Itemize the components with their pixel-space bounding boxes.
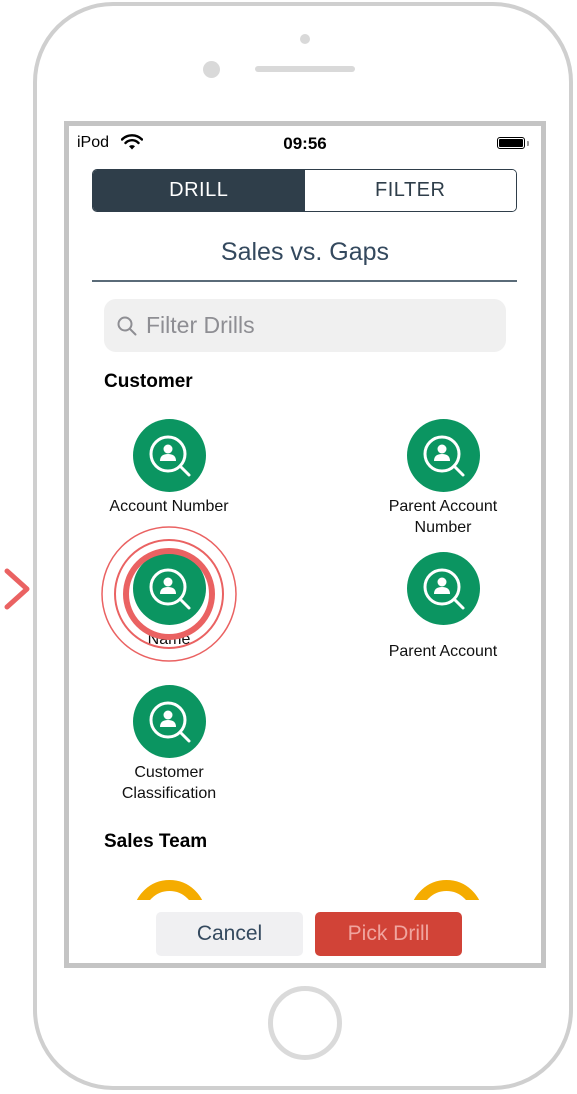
device-sensor xyxy=(203,61,220,78)
status-time: 09:56 xyxy=(283,134,327,153)
status-bar: iPod 09:56 xyxy=(69,126,541,158)
tab-drill[interactable]: DRILL xyxy=(93,170,305,211)
segmented-control: DRILL FILTER xyxy=(92,169,517,212)
title-divider xyxy=(92,280,517,282)
drill-item-account-number[interactable]: Account Number xyxy=(94,419,244,517)
section-header-sales-team: Sales Team xyxy=(104,831,208,852)
filter-drills-input[interactable] xyxy=(144,311,488,340)
section-header-customer: Customer xyxy=(104,371,193,392)
drill-item-parent-account-number[interactable]: Parent Account Number xyxy=(368,419,518,538)
home-button[interactable] xyxy=(268,986,342,1060)
battery-icon xyxy=(497,137,525,149)
drill-label: Customer Classification xyxy=(121,764,217,802)
battery-tip xyxy=(527,141,529,146)
sales-team-items-clipped xyxy=(69,866,541,900)
page-title: Sales vs. Gaps xyxy=(220,238,390,266)
user-search-icon xyxy=(132,552,206,625)
drill-item-customer-classification[interactable]: Customer Classification xyxy=(94,685,244,804)
user-search-icon xyxy=(132,685,206,758)
drill-label: Parent Account xyxy=(388,643,498,660)
tab-filter[interactable]: FILTER xyxy=(304,170,516,211)
device-camera xyxy=(300,34,310,44)
drill-item-name[interactable]: Name xyxy=(94,552,244,650)
drill-label: Parent Account Number xyxy=(388,498,498,536)
search-icon xyxy=(117,316,137,335)
pick-drill-button[interactable]: Pick Drill xyxy=(315,912,462,956)
drill-label: Name xyxy=(147,631,191,648)
sales-team-drill-icon[interactable] xyxy=(410,880,483,900)
user-search-icon xyxy=(132,419,206,492)
sales-team-drill-icon[interactable] xyxy=(133,880,206,900)
cancel-button[interactable]: Cancel xyxy=(156,912,303,956)
drill-label: Account Number xyxy=(109,498,229,515)
device-screen: iPod 09:56 DRILL FILTER Sales vs. Gaps C… xyxy=(64,121,546,968)
search-bar[interactable] xyxy=(104,299,506,352)
user-search-icon xyxy=(406,552,480,625)
user-search-icon xyxy=(406,419,480,492)
chevron-right-icon[interactable] xyxy=(2,564,32,614)
drill-item-parent-account[interactable]: Parent Account xyxy=(368,552,518,662)
device-speaker xyxy=(255,66,355,72)
